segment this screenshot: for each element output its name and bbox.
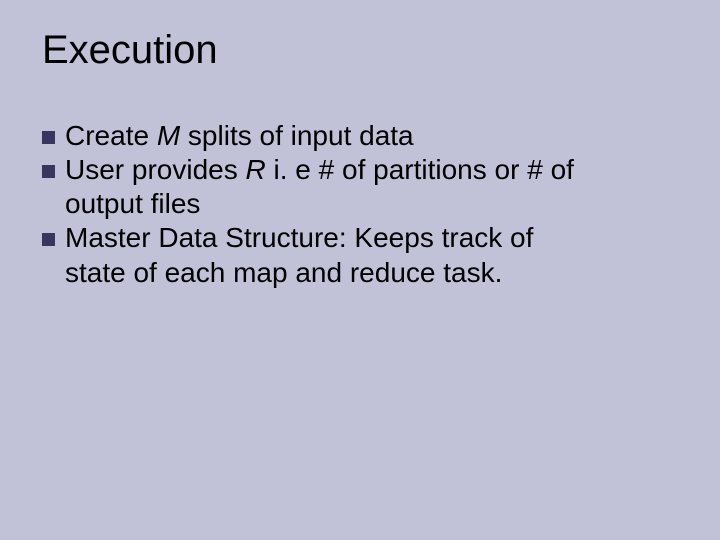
- bullet-text: Create: [65, 120, 157, 151]
- bullet-continuation: state of each map and reduce task.: [42, 256, 678, 290]
- square-bullet-icon: [42, 165, 55, 178]
- square-bullet-icon: [42, 233, 55, 246]
- bullet-text: splits of input data: [180, 120, 413, 151]
- bullet-text: state of each map and reduce task.: [65, 257, 502, 288]
- list-item: Create M splits of input data: [42, 119, 678, 153]
- bullet-list: Create M splits of input dataUser provid…: [42, 119, 678, 290]
- bullet-text: R: [246, 154, 266, 185]
- bullet-text: Master Data Structure: Keeps track of: [65, 222, 533, 253]
- bullet-text: M: [157, 120, 180, 151]
- bullet-line: Master Data Structure: Keeps track of: [42, 221, 678, 255]
- list-item: Master Data Structure: Keeps track of sta…: [42, 221, 678, 289]
- bullet-line: Create M splits of input data: [42, 119, 678, 153]
- bullet-text: i. e # of partitions or # of: [266, 154, 574, 185]
- slide: Execution Create M splits of input dataU…: [0, 0, 720, 540]
- list-item: User provides R i. e # of partitions or …: [42, 153, 678, 221]
- bullet-continuation: output files: [42, 187, 678, 221]
- slide-title: Execution: [42, 28, 678, 73]
- bullet-text: output files: [65, 188, 200, 219]
- bullet-text: User provides: [65, 154, 246, 185]
- square-bullet-icon: [42, 131, 55, 144]
- bullet-line: User provides R i. e # of partitions or …: [42, 153, 678, 187]
